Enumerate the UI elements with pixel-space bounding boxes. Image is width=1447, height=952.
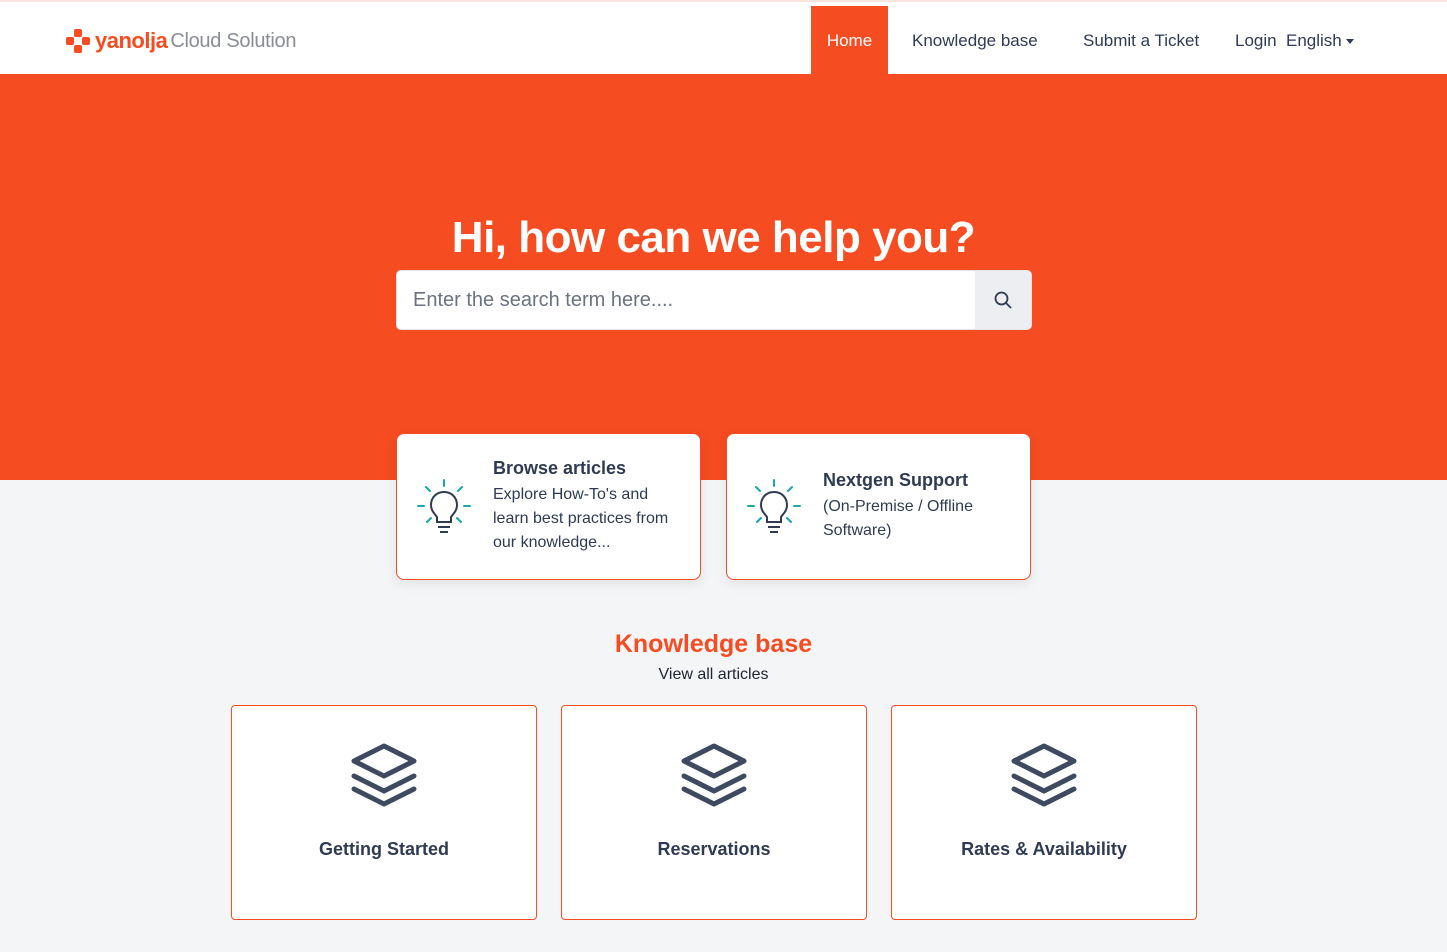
- search-input[interactable]: [397, 271, 975, 329]
- hero-title: Hi, how can we help you?: [451, 213, 976, 262]
- caret-down-icon: [1345, 39, 1354, 45]
- nextgen-support-card[interactable]: Nextgen Support (On-Premise / Offline So…: [726, 433, 1031, 580]
- layers-icon: [351, 743, 417, 807]
- logo[interactable]: yanolja Cloud Solution: [65, 26, 297, 56]
- nav-knowledge-base[interactable]: Knowledge base: [912, 6, 1038, 76]
- search-button[interactable]: [975, 271, 1031, 329]
- language-label: English: [1286, 31, 1342, 50]
- category-label: Getting Started: [318, 839, 449, 859]
- search-icon: [994, 291, 1012, 309]
- card-description: (On-Premise / Offline Software): [823, 498, 973, 539]
- layers-icon: [1011, 743, 1077, 807]
- lightbulb-icon: [417, 479, 471, 533]
- logo-brand-text: yanolja: [95, 28, 168, 53]
- category-card-rates-availability[interactable]: Rates & Availability: [891, 705, 1197, 920]
- browse-articles-card[interactable]: Browse articles Explore How-To's and lea…: [396, 433, 701, 580]
- nav-login[interactable]: Login: [1235, 6, 1277, 76]
- logo-mark-icon: [66, 29, 90, 53]
- category-card-getting-started[interactable]: Getting Started: [231, 705, 537, 920]
- card-description: Explore How-To's and learn best practice…: [493, 486, 669, 551]
- card-title: Browse articles: [493, 458, 627, 478]
- logo-product-text: Cloud Solution: [170, 29, 297, 52]
- knowledge-base-heading: Knowledge base: [614, 630, 813, 658]
- category-label: Reservations: [657, 839, 771, 859]
- language-selector[interactable]: English: [1286, 6, 1354, 76]
- card-title: Nextgen Support: [823, 470, 969, 490]
- nav-home[interactable]: Home: [811, 6, 888, 76]
- search-bar: [396, 270, 1032, 330]
- category-label: Rates & Availability: [961, 839, 1127, 859]
- site-header: yanolja Cloud Solution Home Knowledge ba…: [0, 0, 1447, 76]
- lightbulb-icon: [747, 479, 801, 533]
- nav-submit-ticket[interactable]: Submit a Ticket: [1083, 6, 1199, 76]
- layers-icon: [681, 743, 747, 807]
- category-card-reservations[interactable]: Reservations: [561, 705, 867, 920]
- hero-banner: Hi, how can we help you?: [0, 74, 1447, 480]
- view-all-articles-link[interactable]: View all articles: [0, 666, 1427, 684]
